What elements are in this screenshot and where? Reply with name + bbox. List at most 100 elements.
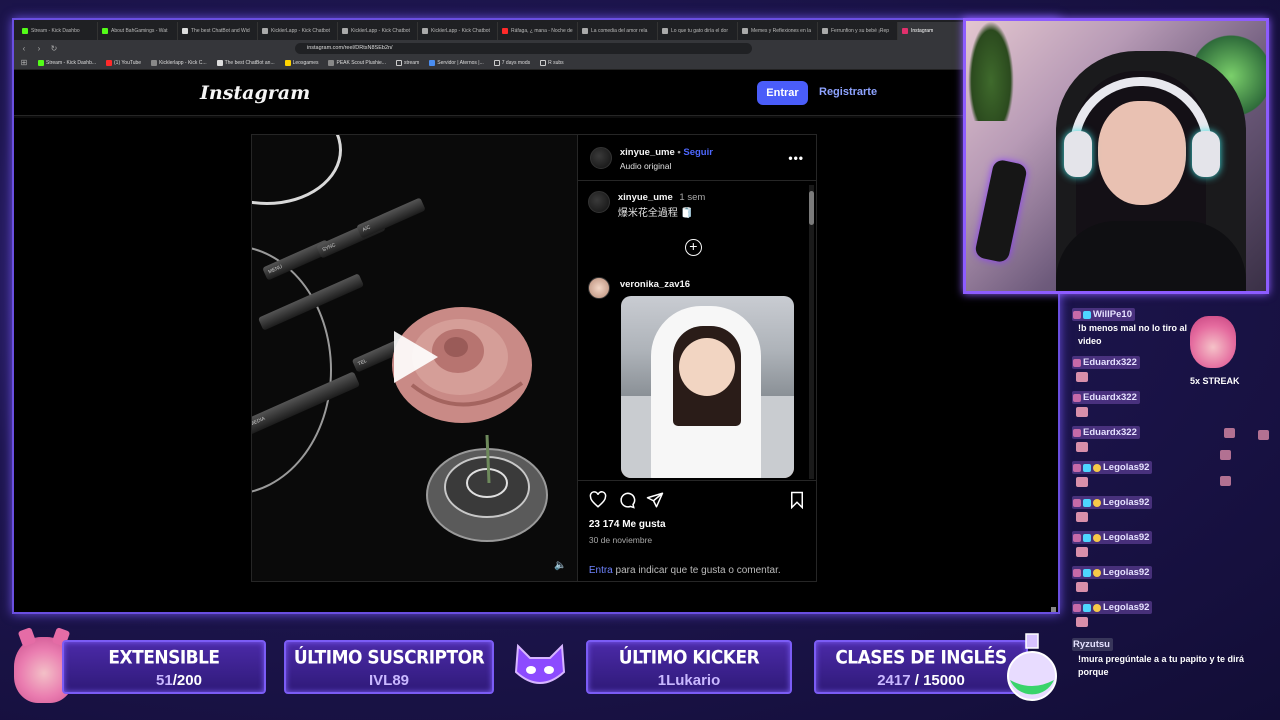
browser-tab[interactable]: KicklerLapp - Kick Chatbot xyxy=(418,22,498,40)
chat-emote-icon xyxy=(1076,512,1088,522)
chat-username[interactable]: Eduardx322 xyxy=(1072,426,1140,439)
forward-icon[interactable]: › xyxy=(35,44,43,53)
chat-username[interactable]: Ryzutsu xyxy=(1072,638,1113,651)
bookmark-item[interactable]: The best ChatBot an... xyxy=(216,59,275,66)
bookmark-label: 7 days mods xyxy=(501,59,531,66)
browser-tab[interactable]: Stream - Kick Dashbo xyxy=(18,22,98,40)
heart-icon[interactable] xyxy=(589,491,607,509)
post-sidebar: xinyue_ume • Seguir Audio original ••• x… xyxy=(576,135,816,581)
kicklerlapp-icon xyxy=(262,28,268,34)
page-icon xyxy=(284,59,291,66)
commenter-username[interactable]: veronika_zav16 xyxy=(620,279,690,290)
author-username[interactable]: xinyue_ume xyxy=(620,147,675,158)
kick-icon xyxy=(38,59,44,66)
browser-tab[interactable]: Ráfaga, ¿ mana - Noche de xyxy=(498,22,578,40)
chat-username[interactable]: Eduardx322 xyxy=(1072,391,1140,404)
comments-scrollbar[interactable] xyxy=(809,185,814,479)
likes-count[interactable]: 23 174 Me gusta xyxy=(589,519,666,530)
caption-avatar[interactable] xyxy=(587,191,610,213)
chat-username[interactable]: Legolas92 xyxy=(1072,566,1153,579)
badge-icon xyxy=(1083,498,1091,507)
browser-tab[interactable]: La comedia del amor rela xyxy=(578,22,658,40)
chat-username[interactable]: Legolas92 xyxy=(1072,601,1153,614)
more-options-icon[interactable]: ••• xyxy=(788,151,804,165)
login-hint: Entra para indicar que te gusta o coment… xyxy=(589,565,781,576)
page-icon xyxy=(328,59,335,66)
comment-photo[interactable] xyxy=(620,296,794,478)
chatbot-icon xyxy=(216,59,223,66)
bookmark-label: R subs xyxy=(548,59,564,66)
chat-username[interactable]: Legolas92 xyxy=(1072,496,1153,509)
comments-section: xinyue_ume 1 sem 爆米花全過程 🧻 + veronika_zav… xyxy=(577,181,816,481)
chat-line: Ryzutsu xyxy=(1072,638,1113,651)
kick-icon xyxy=(22,28,28,34)
browser-tab[interactable]: The best ChatBot and Wid xyxy=(178,22,258,40)
last-kicker-value: 1Lukario xyxy=(657,672,721,689)
commenter-avatar[interactable] xyxy=(587,277,610,299)
reload-icon[interactable]: ↻ xyxy=(50,44,58,53)
bookmark-item[interactable]: PEAK Scout Plushie... xyxy=(328,59,386,66)
bookmark-label: PEAK Scout Plushie... xyxy=(336,59,386,66)
author-name-row: xinyue_ume • Seguir xyxy=(620,147,713,158)
chat-emote-icon xyxy=(1076,407,1088,417)
browser-tab[interactable]: About BahGamings - Wat xyxy=(98,22,178,40)
bookmark-item[interactable]: stream xyxy=(395,59,419,66)
login-link[interactable]: Entra xyxy=(589,565,613,576)
url-bar[interactable]: instagram.com/reel/DRtsN8SEb2n/ xyxy=(295,42,752,54)
last-subscriber-panel: ÚLTIMO SUSCRIPTOR IVL89 xyxy=(284,640,494,694)
chat-line: WillPe10 xyxy=(1072,308,1135,322)
chat-username[interactable]: Eduardx322 xyxy=(1072,356,1140,369)
browser-tab[interactable]: Memes y Reflexiones en la xyxy=(738,22,818,40)
author-avatar[interactable] xyxy=(589,147,612,169)
instagram-logo[interactable]: Instagram xyxy=(200,82,310,104)
browser-tab[interactable]: KicklerLapp - Kick Chatbot xyxy=(258,22,338,40)
bookmark-icon[interactable] xyxy=(788,491,806,509)
signup-link[interactable]: Registrarte xyxy=(819,86,877,98)
bookmark-label: Stream - Kick Dashb... xyxy=(46,59,97,66)
browser-tab[interactable]: Ferrunfion y su bebé ¡Rep xyxy=(818,22,898,40)
chat-username[interactable]: WillPe10 xyxy=(1072,308,1135,321)
caption-text: 爆米花全過程 🧻 xyxy=(617,208,694,219)
floating-emote-icon xyxy=(1224,428,1235,438)
bookmarks-bar: ⊞ Stream - Kick Dashb... (1) YouTube Kic… xyxy=(14,56,1058,70)
browser-tab[interactable]: KicklerLapp - Kick Chatbot xyxy=(338,22,418,40)
christmas-tree xyxy=(968,21,1014,121)
sub-badge-icon xyxy=(1073,603,1081,612)
scroll-thumb[interactable] xyxy=(809,191,814,225)
bookmark-item[interactable]: 7 days mods xyxy=(493,59,531,66)
add-icon[interactable]: + xyxy=(684,239,702,256)
caption-username[interactable]: xinyue_ume xyxy=(618,192,673,203)
apps-icon[interactable]: ⊞ xyxy=(20,58,28,67)
bookmark-item[interactable]: R subs xyxy=(540,59,564,66)
streak-widget: 5x STREAK xyxy=(1184,316,1250,388)
bookmark-item[interactable]: Kicklerlapp - Kick C... xyxy=(151,59,207,66)
tab-label: Ferrunfion y su bebé ¡Rep xyxy=(831,28,890,34)
reel-video[interactable]: MENU SYNC A/C MEDIA TEL 🔈 xyxy=(252,135,577,581)
comment-icon[interactable] xyxy=(618,491,636,509)
page-scrollbar[interactable] xyxy=(1051,607,1056,612)
badge-icon xyxy=(1083,603,1091,612)
chat-username[interactable]: Legolas92 xyxy=(1072,531,1153,544)
share-icon[interactable] xyxy=(646,491,664,509)
chat-username[interactable]: Legolas92 xyxy=(1072,461,1153,474)
back-icon[interactable]: ‹ xyxy=(20,44,28,53)
play-icon[interactable] xyxy=(394,331,438,383)
volume-icon[interactable]: 🔈 xyxy=(554,560,566,571)
sub-badge-icon xyxy=(1073,568,1081,577)
console-label: MENU xyxy=(267,263,284,276)
sub-badge-icon xyxy=(1073,428,1081,437)
follow-button[interactable]: Seguir xyxy=(683,147,713,158)
bookmark-item[interactable]: (1) YouTube xyxy=(106,59,141,66)
last-subscriber-title: ÚLTIMO SUSCRIPTOR xyxy=(293,647,485,669)
chat-emote-icon xyxy=(1076,442,1088,452)
badge-icon xyxy=(1083,310,1091,319)
audio-label[interactable]: Audio original xyxy=(620,161,672,171)
login-button[interactable]: Entrar xyxy=(757,81,808,105)
streak-label: 5x STREAK xyxy=(1190,376,1240,386)
bookmark-item[interactable]: Leosgames xyxy=(284,59,318,66)
chat-username-text: WillPe10 xyxy=(1093,309,1132,320)
page-icon xyxy=(151,59,158,66)
bookmark-item[interactable]: Stream - Kick Dashb... xyxy=(38,59,97,66)
browser-tab[interactable]: Lo que tu gato diría el dor xyxy=(658,22,738,40)
bookmark-item[interactable]: Servidor | Aternos |... xyxy=(429,59,484,66)
